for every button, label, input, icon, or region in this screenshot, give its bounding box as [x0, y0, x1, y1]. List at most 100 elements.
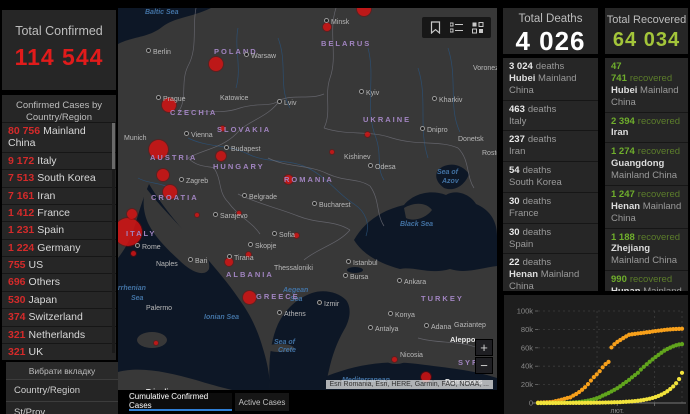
case-cluster-marker[interactable]: [365, 132, 370, 137]
total-recovered-panel: Total Recovered 64 034: [605, 8, 688, 54]
confirmed-country-name: Japan: [29, 294, 58, 306]
confirmed-country-name: Germany: [37, 242, 80, 254]
total-deaths-value: 4 026: [503, 26, 598, 57]
tab-active-cases[interactable]: Active Cases: [235, 393, 289, 411]
map-toolbar: [422, 17, 491, 38]
confirmed-country-row[interactable]: 9 172Italy: [2, 152, 116, 169]
stat-location: Spain: [509, 239, 595, 251]
confirmed-country-row[interactable]: 7 161Iran: [2, 187, 116, 204]
stat-location: Italy: [509, 116, 595, 128]
confirmed-country-row[interactable]: 374Switzerland: [2, 308, 116, 325]
recovered-row[interactable]: 1 188recoveredZhejiang Mainland China: [605, 228, 688, 271]
case-cluster-marker[interactable]: [163, 185, 177, 199]
tab-selector-option[interactable]: St/Prov: [6, 401, 118, 414]
confirmed-country-row[interactable]: 321Netherlands: [2, 326, 116, 343]
confirmed-country-row[interactable]: 755US: [2, 256, 116, 273]
confirmed-country-row[interactable]: 1 412France: [2, 204, 116, 221]
stat-count: 1 274: [611, 146, 635, 157]
bookmark-icon[interactable]: [427, 20, 444, 35]
confirmed-country-row[interactable]: 7 513South Korea: [2, 169, 116, 186]
confirmed-country-row[interactable]: 1 231Spain: [2, 221, 116, 238]
case-cluster-marker[interactable]: [294, 233, 299, 238]
deaths-row[interactable]: 30deathsFrance: [503, 192, 598, 223]
confirmed-country-name: Iran: [37, 190, 55, 202]
case-cluster-marker[interactable]: [216, 151, 226, 161]
case-cluster-marker[interactable]: [209, 57, 223, 71]
stat-count-line: 237deaths: [509, 134, 595, 146]
map-container[interactable]: Baltic SeaBlack SeaSea ofAzovAegeanSeaIo…: [118, 8, 497, 390]
case-cluster-marker[interactable]: [323, 23, 331, 31]
stat-unit: deaths: [528, 134, 557, 145]
confirmed-country-row[interactable]: 1 224Germany: [2, 239, 116, 256]
case-cluster-marker[interactable]: [392, 357, 397, 362]
confirmed-country-row[interactable]: 530Japan: [2, 291, 116, 308]
deaths-row[interactable]: 30deathsSpain: [503, 223, 598, 254]
confirmed-country-name: US: [29, 259, 44, 271]
data-point: [680, 327, 684, 331]
recovered-row[interactable]: 1 247recoveredHenan Mainland China: [605, 185, 688, 228]
confirmed-count: 1 412: [8, 207, 34, 219]
confirmed-count: 9 172: [8, 155, 34, 167]
data-point: [601, 365, 605, 369]
case-cluster-marker[interactable]: [131, 251, 136, 256]
y-tick-label: 100k: [517, 307, 534, 316]
stat-count-line: 1 274recovered: [611, 146, 685, 158]
scrollbar-thumb[interactable]: [112, 123, 115, 169]
map-attribution: Esri Romania, Esri, HERE, Garmin, FAO, N…: [326, 380, 493, 389]
deaths-row[interactable]: 463deathsItaly: [503, 100, 598, 131]
case-cluster-marker[interactable]: [127, 209, 137, 219]
total-confirmed-title: Total Confirmed: [2, 10, 116, 38]
data-point: [606, 360, 610, 364]
basemap-grid-icon[interactable]: [469, 20, 486, 35]
confirmed-country-row[interactable]: 80 756Mainland China: [2, 122, 116, 152]
stat-count: 22: [509, 257, 520, 268]
stat-count: 30: [509, 196, 520, 207]
recovered-row[interactable]: 2 394recoveredIran: [605, 112, 688, 143]
recovered-row[interactable]: 47 741recoveredHubei Mainland China: [605, 58, 688, 112]
confirmed-list-scrollbar[interactable]: [112, 123, 115, 353]
stat-location: South Korea: [509, 177, 595, 189]
case-cluster-marker[interactable]: [149, 140, 168, 159]
case-cluster-marker[interactable]: [157, 169, 169, 181]
confirmed-country-name: France: [37, 207, 70, 219]
tab-selector-option[interactable]: Country/Region: [6, 379, 118, 401]
legend-list-icon[interactable]: [448, 20, 465, 35]
confirmed-count: 755: [8, 259, 26, 271]
tab-selector-options: Country/RegionSt/Prov: [6, 379, 118, 414]
confirmed-country-row[interactable]: 696Others: [2, 273, 116, 290]
confirmed-country-name: Netherlands: [29, 329, 86, 341]
confirmed-count: 7 513: [8, 172, 34, 184]
stat-count: 463: [509, 104, 525, 115]
stat-location: Hunan Mainland China: [611, 286, 685, 291]
zoom-in-button[interactable]: +: [475, 339, 493, 356]
data-point: [609, 345, 613, 349]
case-cluster-marker[interactable]: [220, 126, 225, 131]
case-cluster-marker[interactable]: [330, 150, 334, 154]
case-cluster-marker[interactable]: [284, 175, 293, 184]
stat-count-line: 990recovered: [611, 274, 685, 286]
recovered-row[interactable]: 1 274recoveredGuangdong Mainland China: [605, 142, 688, 185]
case-cluster-marker[interactable]: [243, 291, 256, 304]
data-point: [636, 371, 640, 375]
case-cluster-marker[interactable]: [225, 258, 233, 266]
case-cluster-marker[interactable]: [162, 98, 176, 112]
map-zoom-controls: + −: [475, 339, 493, 375]
deaths-row[interactable]: 22deathsHenan Mainland China: [503, 253, 598, 291]
total-deaths-title: Total Deaths: [503, 8, 598, 25]
recovered-row[interactable]: 990recoveredHunan Mainland China: [605, 270, 688, 291]
data-point: [589, 378, 593, 382]
case-cluster-marker[interactable]: [246, 252, 251, 257]
deaths-row[interactable]: 237deathsIran: [503, 130, 598, 161]
deaths-row[interactable]: 3 024deathsHubei Mainland China: [503, 58, 598, 100]
case-cluster-marker[interactable]: [154, 341, 158, 345]
stat-count-line: 1 247recovered: [611, 189, 685, 201]
stat-count: 54: [509, 165, 520, 176]
stat-count: 47 741: [611, 61, 627, 84]
case-cluster-marker[interactable]: [237, 211, 241, 215]
case-cluster-marker[interactable]: [195, 213, 199, 217]
zoom-out-button[interactable]: −: [475, 357, 493, 374]
confirmed-country-row[interactable]: 321UK: [2, 343, 116, 360]
stat-unit: deaths: [523, 196, 552, 207]
tab-cumulative-confirmed-cases[interactable]: Cumulative Confirmed Cases: [129, 393, 232, 411]
deaths-row[interactable]: 54deathsSouth Korea: [503, 161, 598, 192]
